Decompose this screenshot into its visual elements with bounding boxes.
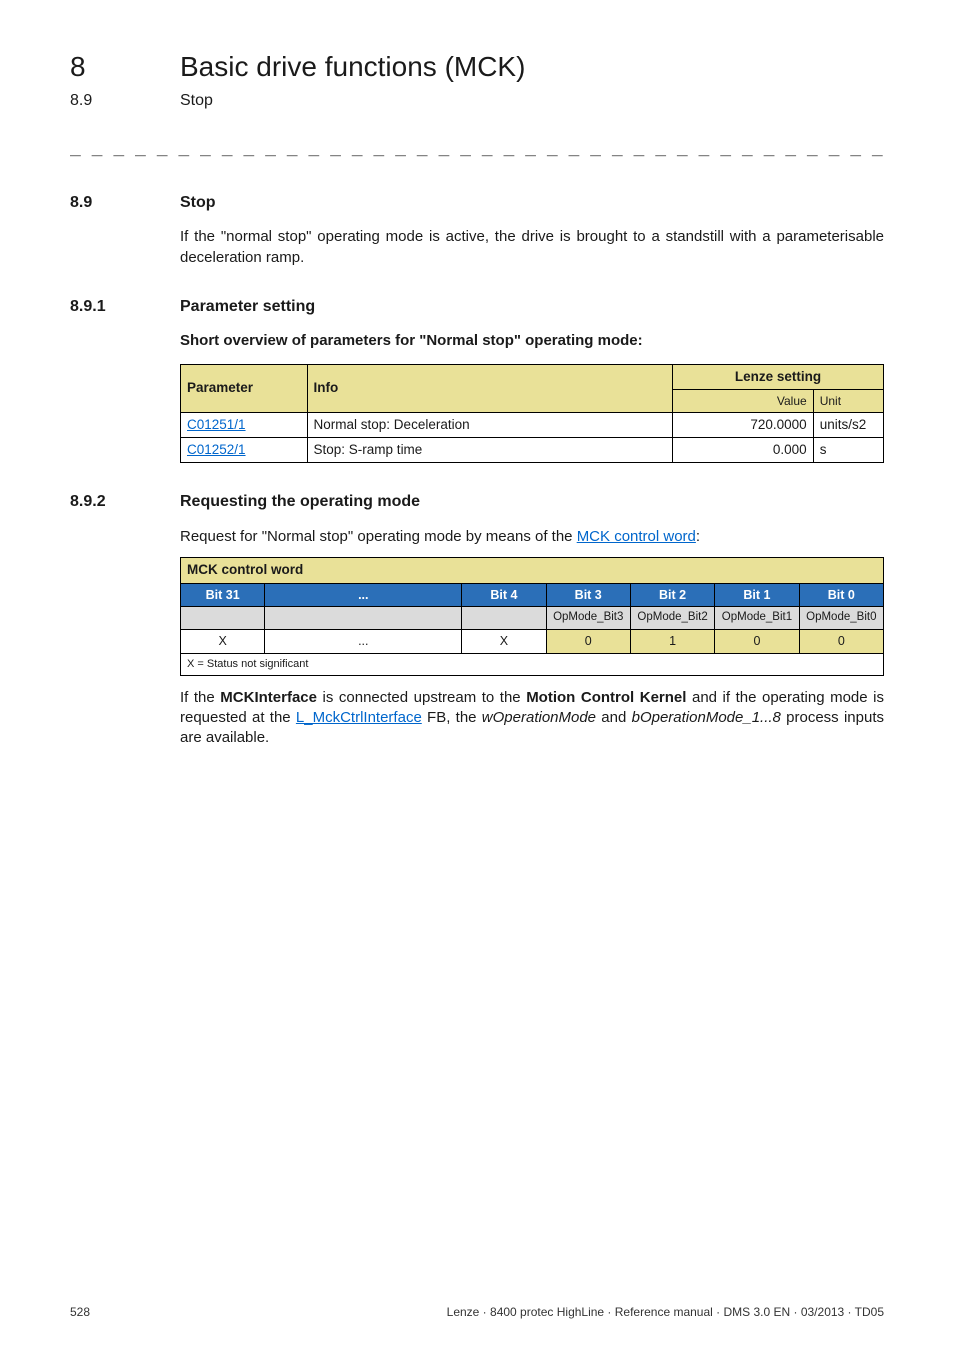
page-subheader: 8.9 Stop [70,90,884,112]
section-8-9: 8.9 Stop [70,192,884,214]
mck-footnote: X = Status not significant [181,653,884,675]
mck-bit: Bit 3 [546,583,630,607]
mck-control-word-table: MCK control word Bit 31 ... Bit 4 Bit 3 … [180,557,884,675]
param-header-parameter: Parameter [181,364,308,412]
text: and [596,709,632,726]
mck-bit: Bit 0 [799,583,883,607]
mck-value: 0 [799,629,883,653]
chapter-title: Basic drive functions (MCK) [180,48,525,86]
mck-mode: OpMode_Bit2 [630,607,714,630]
mck-bit: Bit 2 [630,583,714,607]
mck-bit: Bit 1 [715,583,799,607]
mck-mode: OpMode_Bit0 [799,607,883,630]
param-subheader-unit: Unit [813,389,883,412]
subsection-title: Parameter setting [180,296,315,318]
requesting-intro: Request for "Normal stop" operating mode… [180,527,884,547]
mck-value: 1 [630,629,714,653]
param-link[interactable]: C01252/1 [187,442,246,457]
param-unit: units/s2 [813,413,883,438]
section-number: 8.9 [70,192,180,214]
mck-mode [181,607,265,630]
section-title-header: Stop [180,90,213,112]
parameter-table: Parameter Info Lenze setting Value Unit … [180,364,884,464]
section-8-9-1: 8.9.1 Parameter setting [70,296,884,318]
parameter-overview-heading: Short overview of parameters for "Normal… [180,331,884,351]
mck-mode [265,607,462,630]
text: FB, the [422,709,482,726]
mck-value: ... [265,629,462,653]
italic-boperationmode: bOperationMode_1...8 [632,709,781,726]
section-title: Stop [180,192,216,214]
intro-pre: Request for "Normal stop" operating mode… [180,528,577,545]
param-subheader-value: Value [673,389,814,412]
mck-mode: OpMode_Bit1 [715,607,799,630]
mck-value: X [462,629,546,653]
mck-control-word-link[interactable]: MCK control word [577,528,696,545]
mck-table-title: MCK control word [181,558,884,583]
text: If the [180,689,220,706]
param-link[interactable]: C01251/1 [187,417,246,432]
intro-post: : [696,528,700,545]
mckctrlinterface-link[interactable]: L_MckCtrlInterface [296,709,422,726]
chapter-number: 8 [70,48,180,86]
param-value: 720.0000 [673,413,814,438]
mck-bit: ... [265,583,462,607]
page-header: 8 Basic drive functions (MCK) [70,48,884,86]
subsection-title: Requesting the operating mode [180,491,420,513]
section-number-header: 8.9 [70,90,180,112]
mck-mode [462,607,546,630]
mck-value: X [181,629,265,653]
param-unit: s [813,438,883,463]
mck-value: 0 [715,629,799,653]
mck-bit: Bit 4 [462,583,546,607]
bold-motion-control-kernel: Motion Control Kernel [526,689,686,706]
param-info: Normal stop: Deceleration [307,413,673,438]
table-row: C01251/1 Normal stop: Deceleration 720.0… [181,413,884,438]
mck-value: 0 [546,629,630,653]
section-8-9-2: 8.9.2 Requesting the operating mode [70,491,884,513]
text: is connected upstream to the [317,689,526,706]
bold-mckinterface: MCKInterface [220,689,317,706]
footer-right: Lenze · 8400 protec HighLine · Reference… [447,1304,884,1320]
param-info: Stop: S-ramp time [307,438,673,463]
mck-mode: OpMode_Bit3 [546,607,630,630]
page-number: 528 [70,1304,90,1320]
subsection-number: 8.9.1 [70,296,180,318]
page-footer: 528 Lenze · 8400 protec HighLine · Refer… [70,1304,884,1320]
italic-woperationmode: wOperationMode [482,709,596,726]
table-row: C01252/1 Stop: S-ramp time 0.000 s [181,438,884,463]
mck-bit: Bit 31 [181,583,265,607]
section-paragraph: If the "normal stop" operating mode is a… [180,227,884,268]
param-header-info: Info [307,364,673,412]
param-header-lenze: Lenze setting [673,364,884,389]
subsection-number: 8.9.2 [70,491,180,513]
divider: _ _ _ _ _ _ _ _ _ _ _ _ _ _ _ _ _ _ _ _ … [70,135,884,159]
after-paragraph: If the MCKInterface is connected upstrea… [180,688,884,749]
param-value: 0.000 [673,438,814,463]
